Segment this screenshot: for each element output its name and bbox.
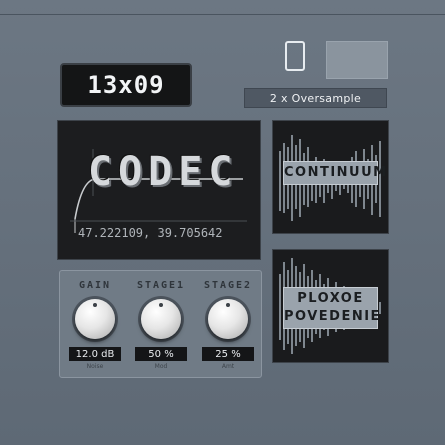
ploxoe-label-line1: PLOXOE	[297, 291, 364, 306]
ploxoe-label-line2: POVEDENIE	[284, 309, 381, 324]
ploxoe-label: PLOXOE POVEDENIE	[283, 287, 381, 329]
top-frame-line	[0, 14, 445, 15]
stage2-sub-label: Amt	[221, 363, 235, 370]
gain-value[interactable]: 12.0 dB	[69, 347, 121, 361]
gain-control: GAIN 12.0 dB Noise	[64, 271, 126, 379]
stage1-value[interactable]: 50 %	[135, 347, 187, 361]
codec-display[interactable]: CODEC 47.222109, 39.705642	[57, 120, 261, 260]
continuum-tile[interactable]: CONTINUUM	[272, 120, 389, 234]
bypass-toggle[interactable]	[285, 41, 305, 71]
stage2-value[interactable]: 25 %	[202, 347, 254, 361]
gain-knob[interactable]	[75, 299, 115, 339]
knob-pointer	[226, 303, 230, 307]
stage1-knob[interactable]	[141, 299, 181, 339]
knob-pointer	[93, 303, 97, 307]
stage1-label: STAGE1	[136, 280, 186, 291]
preset-display[interactable]: 13x09	[60, 63, 192, 107]
toggle-panel[interactable]	[326, 41, 388, 79]
stage2-control: STAGE2 25 % Amt	[197, 271, 259, 379]
gain-label: GAIN	[78, 280, 112, 291]
gain-sub-label: Noise	[86, 363, 104, 370]
knob-panel: GAIN 12.0 dB Noise STAGE1 50 % Mod STAGE…	[59, 270, 262, 378]
codec-title: CODEC	[88, 149, 239, 195]
stage2-knob[interactable]	[208, 299, 248, 339]
codec-coordinates: 47.222109, 39.705642	[78, 226, 223, 240]
stage2-label: STAGE2	[203, 280, 253, 291]
stage1-control: STAGE1 50 % Mod	[130, 271, 192, 379]
knob-pointer	[159, 303, 163, 307]
continuum-label: CONTINUUM	[283, 161, 386, 185]
ploxoe-tile[interactable]: PLOXOE POVEDENIE	[272, 249, 389, 363]
stage1-sub-label: Mod	[154, 363, 168, 370]
oversample-button[interactable]: 2 x Oversample	[244, 88, 387, 108]
